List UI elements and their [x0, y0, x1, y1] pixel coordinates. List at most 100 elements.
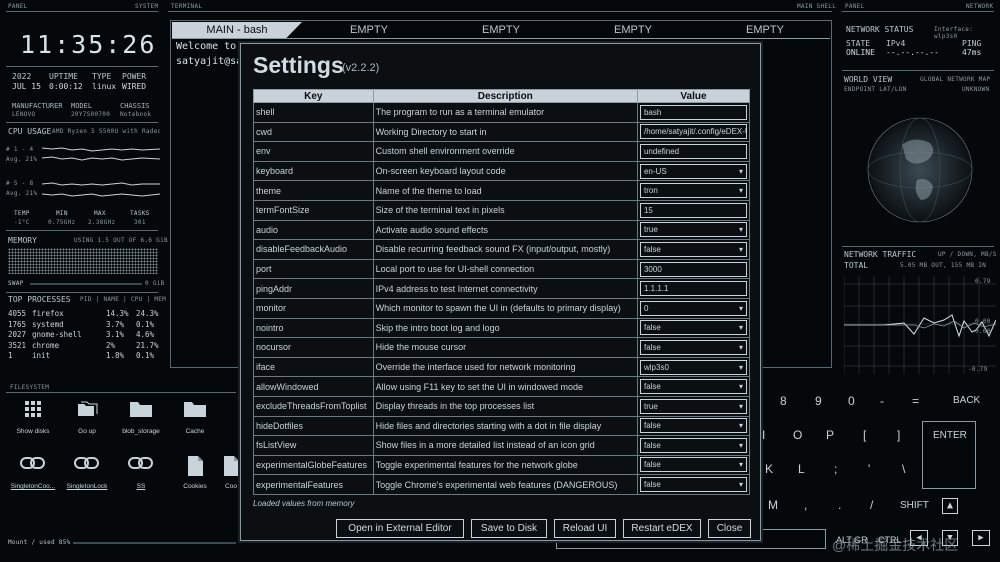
open-external-editor-button[interactable]: Open in External Editor: [336, 519, 464, 538]
setting-value-cell: tron: [636, 180, 751, 201]
setting-key: audio: [253, 219, 374, 241]
fs-item-label: Coo: [225, 483, 237, 490]
fs-item[interactable]: Go up: [60, 400, 114, 435]
setting-select-excludeThreadsFromToplist[interactable]: true: [639, 398, 747, 414]
setting-select-theme[interactable]: tron: [639, 183, 747, 199]
setting-select-fsListView[interactable]: false: [639, 437, 747, 453]
setting-select-experimentalFeatures[interactable]: false: [639, 477, 747, 493]
process-pid: 1765: [8, 319, 27, 329]
setting-select-audio[interactable]: true: [639, 222, 747, 238]
process-row[interactable]: 1 init 1.8% 0.1%: [8, 351, 158, 362]
setting-value-cell: false: [636, 415, 751, 437]
main-shell-header: MAIN SHELL: [797, 3, 837, 10]
settings-row-monitor: monitor Which monitor to spawn the UI in …: [253, 297, 751, 319]
key-minus[interactable]: -: [880, 394, 884, 408]
tab-empty-3[interactable]: EMPTY: [584, 22, 682, 38]
setting-select-keyboard[interactable]: en-US: [639, 163, 747, 179]
traffic-scale-top: 0.79: [975, 278, 991, 285]
key-o[interactable]: O: [793, 428, 802, 442]
fs-item[interactable]: SS: [114, 455, 168, 490]
settings-version: (v2.2.2): [342, 62, 380, 74]
process-row[interactable]: 4055 firefox 14.3% 24.3%: [8, 309, 159, 320]
setting-input-cwd[interactable]: /home/satyajit/.config/eDEX-U: [639, 124, 747, 140]
process-row[interactable]: 2027 gnome-shell 3.1% 4.6%: [8, 330, 158, 341]
key-shift[interactable]: SHIFT: [900, 500, 929, 511]
settings-row-shell: shell The program to run as a terminal em…: [253, 102, 751, 123]
setting-input-termFontSize[interactable]: 15: [639, 202, 747, 218]
fs-item[interactable]: Coo: [222, 455, 240, 490]
setting-description: Working Directory to start in: [372, 121, 638, 143]
key-semicolon[interactable]: ;: [834, 462, 837, 476]
key-enter[interactable]: ENTER: [933, 430, 967, 441]
setting-select-experimentalGlobeFeatures[interactable]: false: [639, 457, 747, 473]
terminal-header: TERMINAL: [171, 3, 203, 10]
key-p[interactable]: P: [826, 428, 834, 442]
setting-select-disableFeedbackAudio[interactable]: false: [639, 241, 747, 257]
setting-select-nocursor[interactable]: false: [639, 339, 747, 355]
setting-value-cell: false: [636, 239, 751, 260]
key-equals[interactable]: =: [912, 394, 919, 408]
settings-row-port: port Local port to use for UI-shell conne…: [253, 258, 751, 280]
fs-item[interactable]: SingletonLock: [60, 455, 114, 490]
setting-select-allowWindowed[interactable]: false: [639, 379, 747, 395]
temp-value: -1°C: [14, 219, 30, 226]
power-value: WIRED: [122, 82, 147, 91]
key-l[interactable]: L: [798, 462, 805, 476]
reload-ui-button[interactable]: Reload UI: [554, 519, 616, 538]
fs-item[interactable]: Cache: [168, 400, 222, 435]
fs-item[interactable]: Show disks: [6, 400, 60, 435]
key-back[interactable]: BACK: [953, 395, 980, 406]
setting-input-env[interactable]: undefined: [639, 143, 747, 159]
setting-select-monitor[interactable]: 0: [639, 300, 747, 316]
setting-value-cell: 1.1.1.1: [636, 278, 751, 299]
process-row[interactable]: 3521 chrome 2% 21.7%: [8, 341, 159, 352]
setting-value-cell: false: [636, 337, 751, 358]
settings-row-experimentalGlobeFeatures: experimentalGlobeFeatures Toggle experime…: [253, 454, 751, 476]
fs-item[interactable]: blob_storage: [114, 400, 168, 435]
arrow-right-key[interactable]: ▶: [972, 530, 990, 546]
restart-edex-button[interactable]: Restart eDEX: [623, 519, 701, 538]
key-backslash[interactable]: \: [902, 462, 905, 476]
setting-select-iface[interactable]: wlp3s0: [639, 359, 747, 375]
tab-empty-2[interactable]: EMPTY: [452, 22, 550, 38]
key-comma[interactable]: ,: [804, 498, 807, 512]
fs-item[interactable]: Cookies: [168, 455, 222, 490]
process-row[interactable]: 1765 systemd 3.7% 0.1%: [8, 320, 158, 331]
setting-input-pingAddr[interactable]: 1.1.1.1: [639, 281, 747, 297]
setting-select-hideDotfiles[interactable]: false: [639, 418, 747, 434]
ping-label: PING: [962, 39, 982, 48]
fs-item-label: SS: [136, 483, 146, 490]
key-m[interactable]: M: [768, 498, 778, 512]
save-to-disk-button[interactable]: Save to Disk: [471, 519, 547, 538]
cpu-core2-avg: Avg. 21%: [6, 190, 38, 197]
tab-empty-4[interactable]: EMPTY: [716, 22, 814, 38]
setting-description: Toggle experimental features for the net…: [372, 454, 638, 476]
close-button[interactable]: Close: [708, 519, 751, 538]
model-value: 20Y7S00700: [71, 111, 111, 118]
setting-input-port[interactable]: 3000: [639, 261, 747, 277]
setting-select-nointro[interactable]: false: [639, 320, 747, 336]
setting-description: Name of the theme to load: [372, 180, 638, 201]
process-name: init: [32, 351, 51, 360]
key-period[interactable]: .: [838, 498, 841, 512]
tab-main-bash[interactable]: MAIN - bash: [172, 22, 302, 38]
key-bracket-close[interactable]: ]: [897, 428, 900, 442]
fs-item[interactable]: SingletonCoo...: [6, 455, 60, 490]
key-0[interactable]: 0: [848, 394, 855, 408]
key-quote[interactable]: ': [868, 462, 870, 476]
settings-row-disableFeedbackAudio: disableFeedbackAudio Disable recurring fe…: [253, 239, 751, 260]
key-bracket-open[interactable]: [: [863, 428, 866, 442]
fs-item-label: blob_storage: [122, 428, 160, 435]
setting-description: IPv4 address to test Internet connectivi…: [372, 278, 638, 299]
key-k[interactable]: K: [765, 462, 773, 476]
process-mem: 24.3%: [136, 309, 159, 318]
tab-empty-1[interactable]: EMPTY: [320, 22, 418, 38]
arrow-up-key[interactable]: ▲: [942, 498, 958, 514]
setting-input-shell[interactable]: bash: [639, 104, 747, 120]
setting-key: fsListView: [253, 435, 374, 456]
key-9[interactable]: 9: [815, 394, 822, 408]
key-i[interactable]: I: [762, 428, 765, 442]
key-slash[interactable]: /: [870, 498, 873, 512]
file-icon: [168, 455, 222, 477]
key-8[interactable]: 8: [780, 394, 787, 408]
